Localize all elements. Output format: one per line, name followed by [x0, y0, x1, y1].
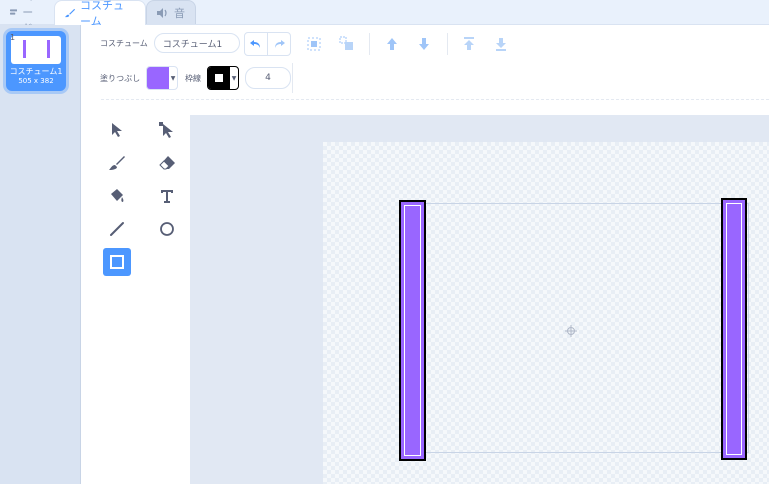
costume-list: 1 コスチューム1 505 x 382: [0, 25, 81, 484]
rectangle-shape-right[interactable]: [721, 198, 747, 460]
undo-button[interactable]: [245, 33, 267, 55]
ungroup-button[interactable]: [338, 35, 356, 53]
arrow-down-icon: [419, 38, 429, 50]
drawing-canvas[interactable]: [323, 142, 769, 484]
caret-down-icon: ▼: [231, 74, 237, 82]
costume-name-input[interactable]: コスチューム1: [153, 33, 240, 53]
costume-card[interactable]: 1 コスチューム1 505 x 382: [6, 31, 66, 91]
ungroup-icon: [339, 36, 353, 50]
crosshair-icon: [565, 322, 577, 337]
caret-down-icon: ▼: [170, 74, 176, 82]
eraser-icon: [159, 156, 175, 170]
toolbar-divider: [292, 63, 293, 93]
rectangle-tool[interactable]: [103, 248, 131, 276]
arrow-to-top-icon: [464, 37, 474, 50]
reshape-pointer-icon: [159, 122, 173, 138]
toolbar-divider: [447, 33, 448, 55]
pointer-icon: [112, 123, 122, 137]
eraser-tool[interactable]: [154, 150, 180, 176]
circle-tool[interactable]: [154, 216, 180, 242]
toolbar-dashed-divider: [101, 99, 769, 100]
backward-button[interactable]: [415, 35, 433, 53]
redo-icon: [275, 40, 285, 48]
front-button[interactable]: [460, 35, 478, 53]
text-tool[interactable]: [154, 183, 180, 209]
arrow-to-bottom-icon: [496, 38, 506, 51]
fill-color-swatch: [147, 67, 170, 89]
tab-costume[interactable]: コスチューム: [54, 0, 146, 28]
thumbnail-bar-left: [23, 40, 26, 58]
outline-color-picker[interactable]: ▼: [207, 66, 239, 90]
fill-tool[interactable]: [104, 183, 130, 209]
forward-button[interactable]: [383, 35, 401, 53]
costume-card-name: コスチューム1: [9, 67, 63, 76]
reshape-tool[interactable]: [154, 117, 180, 143]
outline-color-swatch: [208, 67, 230, 89]
undo-redo-group: [244, 32, 291, 56]
fill-color-picker[interactable]: ▼: [146, 66, 179, 90]
tab-bar: コード コスチューム 音: [0, 0, 769, 35]
arrow-up-icon: [387, 38, 397, 50]
paint-bucket-icon: [111, 189, 124, 202]
text-icon: [161, 190, 173, 203]
undo-icon: [250, 40, 260, 48]
line-icon: [110, 222, 124, 236]
group-button[interactable]: [305, 35, 323, 53]
toolbar-divider: [369, 33, 370, 55]
costume-thumbnail: [11, 36, 61, 64]
redo-button[interactable]: [267, 33, 290, 55]
canvas-area[interactable]: [190, 115, 769, 484]
costume-card-size: 505 x 382: [18, 77, 54, 85]
tab-sound[interactable]: 音: [146, 0, 196, 24]
circle-icon: [160, 222, 174, 236]
rectangle-shape-left[interactable]: [399, 200, 426, 461]
brush-tool[interactable]: [104, 150, 130, 176]
costume-number: 1: [10, 33, 16, 42]
thumbnail-bar-right: [47, 40, 50, 58]
tab-code[interactable]: コード: [0, 0, 54, 35]
code-blocks-icon: [10, 9, 18, 15]
group-icon: [307, 37, 321, 51]
outline-width-input[interactable]: 4: [245, 67, 291, 89]
costume-name-label: コスチューム: [100, 38, 148, 48]
back-button[interactable]: [492, 35, 510, 53]
tab-sound-label: 音: [174, 6, 185, 20]
line-tool[interactable]: [104, 216, 130, 242]
outline-label: 枠線: [185, 73, 201, 83]
select-tool[interactable]: [104, 117, 130, 143]
fill-label: 塗りつぶし: [100, 73, 141, 83]
rectangle-icon: [110, 255, 124, 269]
paint-editor: コスチューム コスチューム1 塗りつぶし ▼ 枠線 ▼ 4: [81, 25, 769, 484]
speaker-icon: [157, 7, 167, 18]
costume-bounds: [423, 203, 749, 453]
paintbrush-icon: [65, 8, 76, 18]
brush-icon: [109, 156, 125, 170]
